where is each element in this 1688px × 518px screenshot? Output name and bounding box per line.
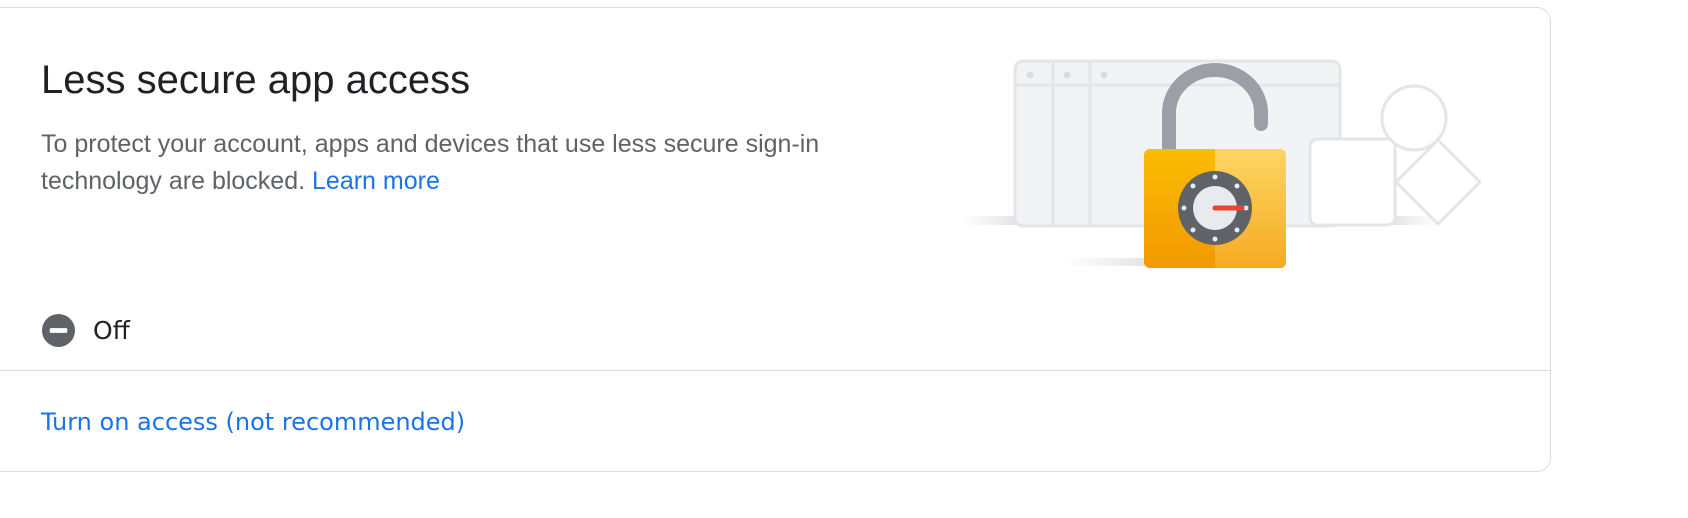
learn-more-link[interactable]: Learn more: [312, 167, 440, 195]
card-description: To protect your account, apps and device…: [41, 126, 921, 200]
card-title: Less secure app access: [41, 58, 471, 102]
remove-circle-icon: [41, 313, 76, 347]
unlocked-padlock-illustration: [958, 59, 1482, 268]
access-status: Off: [41, 312, 130, 348]
less-secure-app-access-card: Less secure app access To protect your a…: [0, 7, 1551, 472]
section-divider: [0, 370, 1550, 371]
status-label: Off: [93, 315, 130, 345]
turn-on-access-link[interactable]: Turn on access (not recommended): [41, 408, 465, 436]
